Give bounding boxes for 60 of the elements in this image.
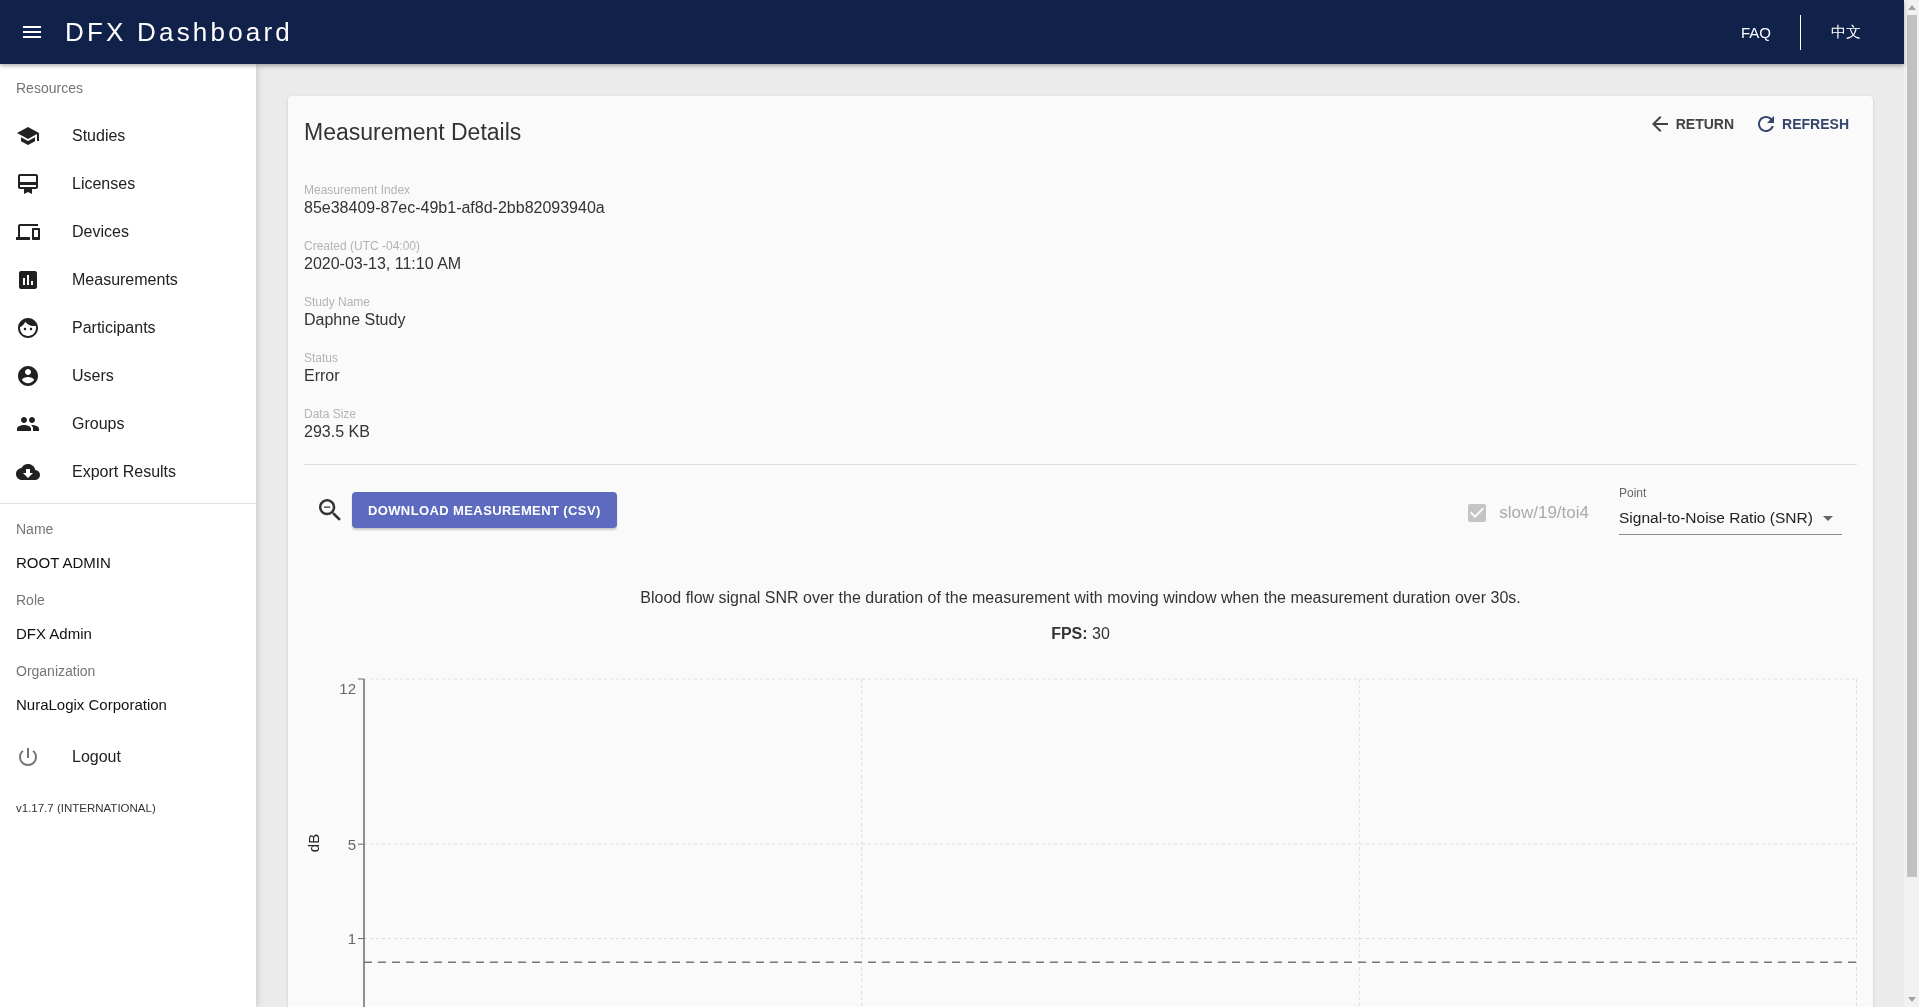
section-title: Resources [16,79,83,97]
bar-chart-icon [19,271,37,289]
field-label: Data Size [304,407,357,421]
scrollbar-thumb[interactable] [1907,15,1917,877]
caret-icon [1822,515,1833,521]
arrow-left-icon [1651,116,1668,132]
nav-item[interactable]: Export Results [0,448,256,496]
profile-value: NuraLogix Corporation [16,695,167,715]
people-icon [17,417,39,431]
field-label: Created (UTC -04:00) [304,239,421,253]
point-select[interactable]: Point Signal-to-Noise Ratio (SNR) [1619,485,1842,535]
field-value: 2020-03-13, 11:10 AM [304,254,462,274]
face-icon [18,318,38,338]
profile-label: Name [16,520,54,538]
graduation-cap-icon [17,127,39,145]
y-tick-label: 12 [339,679,356,697]
header-link[interactable]: 中文 [1815,14,1877,50]
cloud-download-icon [16,464,40,480]
nav-item[interactable]: Studies [0,112,256,160]
field-value: 293.5 KB [304,422,370,442]
chart-description: Blood flow signal SNR over the duration of the measurement with moving window when the measurement duration over 30s. [640,588,1521,608]
field-label: Measurement Index [304,183,411,197]
logout-item[interactable]: Logout [0,733,256,781]
profile-label: Organization [16,662,96,680]
refresh-button[interactable]: REFRESH [1750,106,1857,142]
version-text: v1.17.7 (INTERNATIONAL) [16,801,156,816]
nav-item[interactable]: Devices [0,208,256,256]
field-value: 85e38409-87ec-49b1-af8d-2bb82093940a [304,198,605,218]
field-value: Error [304,366,340,386]
nav-item[interactable]: Participants [0,304,256,352]
scroll-up-icon[interactable] [1907,5,1916,10]
nav-item[interactable]: Users [0,352,256,400]
profile-value: DFX Admin [16,624,92,644]
field-label: Status [304,351,339,365]
return-button[interactable]: RETURN [1643,106,1743,142]
field-value: Daphne Study [304,310,406,330]
profile-label: Role [16,591,45,609]
download-button[interactable]: DOWNLOAD MEASUREMENT (CSV) [351,492,617,528]
zoom-out-icon[interactable] [319,499,341,521]
menu-icon[interactable] [23,26,41,38]
y-tick-label: 1 [347,930,356,948]
nav-item[interactable]: Measurements [0,256,256,304]
refresh-icon [1758,116,1775,132]
y-axis-title: dB [304,833,322,853]
scroll-down-icon[interactable] [1907,997,1916,1002]
scrollbar[interactable] [1904,0,1919,1007]
laptop-phone-icon [16,224,40,240]
nav-item[interactable]: Groups [0,400,256,448]
fps-text: FPS: 30 [1051,624,1110,644]
y-tick-label: 5 [347,835,356,853]
profile-value: ROOT ADMIN [16,553,111,573]
user-avatar-icon [18,366,38,386]
header-link[interactable]: FAQ [1725,15,1787,49]
app-title: DFX Dashboard [65,16,294,48]
nav-item[interactable]: Licenses [0,160,256,208]
page-title: Measurement Details [304,118,522,147]
membership-card-icon [18,174,38,194]
checkbox-label: slow/19/toi4 [1499,503,1589,523]
power-icon [19,748,37,766]
field-label: Study Name [304,295,371,309]
